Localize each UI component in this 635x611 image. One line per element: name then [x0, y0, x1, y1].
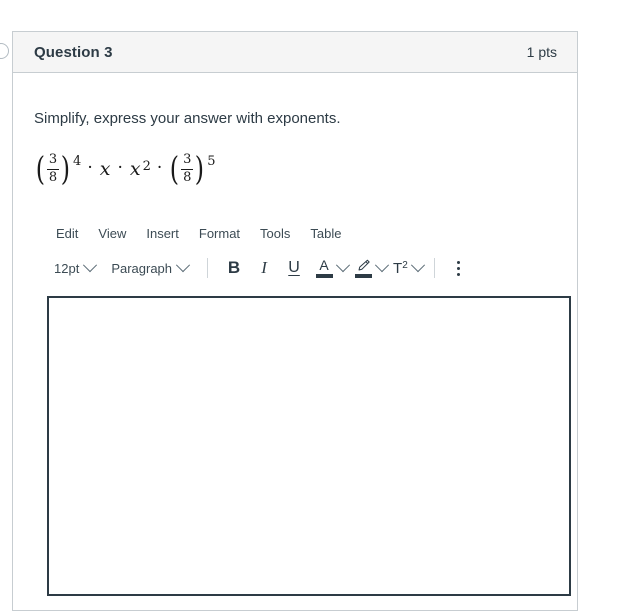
math-term-2: x — [99, 158, 111, 180]
fraction-1-numerator: 3 — [48, 151, 58, 167]
editor-toolbar: 12pt Paragraph B I U A T 2 — [13, 245, 577, 285]
menu-item-insert[interactable]: Insert — [136, 222, 189, 245]
chevron-down-icon[interactable] — [335, 258, 351, 273]
math-term-4: ( 3 8 ) 5 — [168, 149, 216, 189]
math-operator-3: · — [156, 157, 163, 178]
superscript-control[interactable]: T2 — [391, 258, 425, 277]
superscript-base: T — [393, 259, 403, 277]
italic-button[interactable]: I — [249, 254, 279, 282]
menu-item-view[interactable]: View — [88, 222, 136, 245]
fraction-1-denominator: 8 — [48, 169, 58, 185]
paren-close-2: ) — [195, 149, 205, 189]
paren-close-1: ) — [60, 149, 71, 189]
chevron-down-icon — [175, 258, 191, 273]
font-size-value: 12pt — [54, 260, 80, 276]
math-term-3: x 2 — [129, 158, 151, 180]
question-points: 1 pts — [526, 44, 557, 60]
exponent-3: 2 — [142, 159, 151, 174]
fraction-2-numerator: 3 — [183, 151, 192, 167]
fraction-2-denominator: 8 — [183, 169, 192, 185]
question-flag-marker[interactable] — [0, 43, 9, 59]
question-prompt: Simplify, express your answer with expon… — [34, 110, 341, 127]
fraction-1: 3 8 — [46, 151, 60, 185]
chevron-down-icon — [83, 258, 98, 273]
answer-editor-area[interactable] — [47, 296, 571, 596]
editor-menubar: Edit View Insert Format Tools Table — [13, 208, 577, 245]
fraction-2: 3 8 — [181, 151, 194, 185]
highlighter-pen-icon — [352, 259, 374, 278]
paren-open-2: ( — [170, 149, 180, 189]
pen-icon — [358, 259, 370, 270]
block-format-select[interactable]: Paragraph — [103, 257, 196, 280]
highlight-color-control[interactable] — [352, 258, 390, 278]
math-expression: ( 3 8 ) 4 · x · x 2 · ( 3 8) 5 — [13, 129, 577, 191]
math-operator-2: · — [117, 157, 123, 178]
menu-item-table[interactable]: Table — [300, 222, 351, 245]
chevron-down-icon[interactable] — [410, 258, 425, 273]
superscript-icon: T2 — [391, 260, 410, 277]
menu-item-tools[interactable]: Tools — [250, 222, 300, 245]
paren-open-1: ( — [35, 149, 46, 189]
text-color-glyph: A — [319, 256, 329, 273]
more-options-icon[interactable] — [446, 254, 472, 282]
highlight-color-swatch — [354, 273, 372, 278]
exponent-4: 5 — [207, 153, 216, 169]
exponent-1: 4 — [73, 153, 82, 169]
text-color-control[interactable]: A — [313, 256, 351, 278]
toolbar-divider — [433, 258, 435, 278]
font-size-select[interactable]: 12pt — [46, 257, 103, 280]
menu-item-edit[interactable]: Edit — [46, 222, 88, 245]
math-operator-1: · — [87, 157, 93, 178]
math-term-1: ( 3 8 ) 4 — [34, 149, 82, 189]
menu-item-format[interactable]: Format — [189, 222, 250, 245]
question-body: Simplify, express your answer with expon… — [13, 73, 577, 596]
bold-button[interactable]: B — [219, 254, 249, 282]
chevron-down-icon[interactable] — [374, 258, 390, 273]
block-format-value: Paragraph — [111, 260, 173, 276]
question-header: Question 3 1 pts — [13, 32, 577, 73]
superscript-exponent: 2 — [402, 259, 408, 271]
kebab-dot — [457, 260, 461, 264]
toolbar-divider — [207, 258, 209, 278]
question-card: Question 3 1 pts Simplify, express your … — [12, 31, 578, 611]
underline-button[interactable]: U — [279, 254, 309, 282]
question-title: Question 3 — [34, 43, 113, 61]
term-3-base: x — [129, 158, 141, 180]
kebab-dot — [457, 272, 461, 276]
text-color-swatch — [315, 273, 333, 278]
kebab-dot — [457, 266, 461, 270]
text-color-icon: A — [313, 256, 335, 278]
